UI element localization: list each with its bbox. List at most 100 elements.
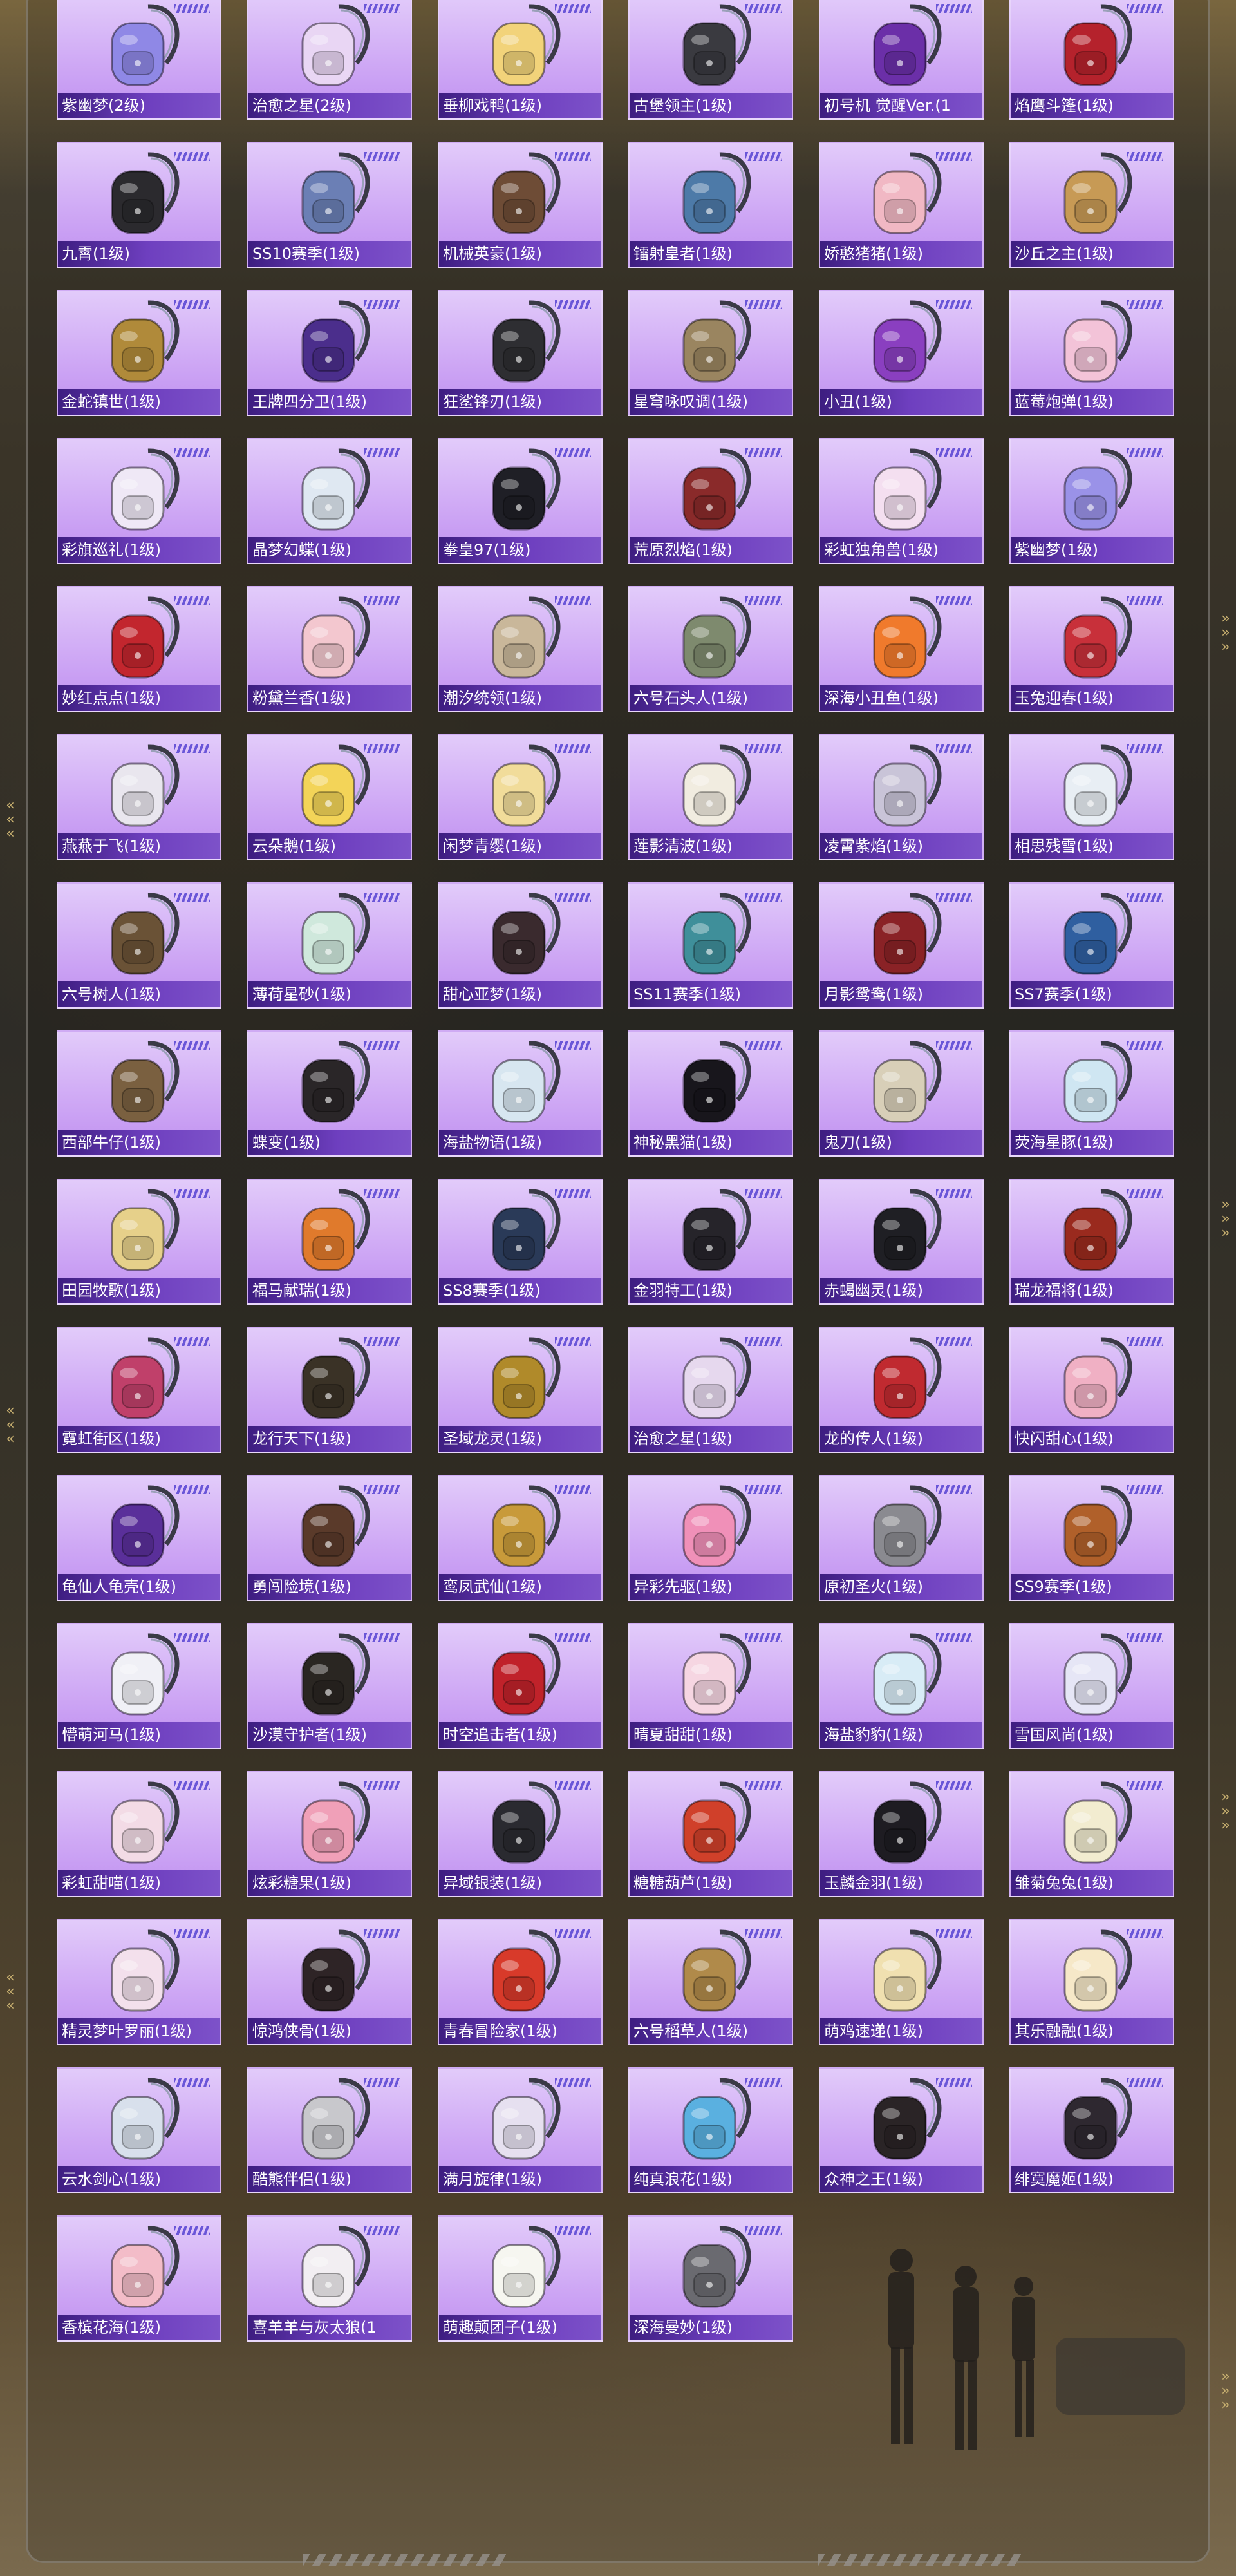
backpack-icon — [301, 2226, 370, 2308]
backpack-card[interactable]: 瑞龙福将(1级) — [1009, 1179, 1174, 1305]
backpack-card[interactable]: 凌霄紫焰(1级) — [819, 734, 984, 860]
backpack-card[interactable]: 神秘黑猫(1级) — [628, 1030, 793, 1157]
backpack-card[interactable]: 龙行天下(1级) — [247, 1327, 412, 1453]
backpack-card[interactable]: 田园牧歌(1级) — [57, 1179, 221, 1305]
backpack-card[interactable]: 闲梦青缨(1级) — [438, 734, 603, 860]
backpack-card[interactable]: 晴夏甜甜(1级) — [628, 1623, 793, 1749]
backpack-card[interactable]: 晶梦幻蝶(1级) — [247, 438, 412, 564]
backpack-card[interactable]: 福马献瑞(1级) — [247, 1179, 412, 1305]
backpack-card[interactable]: 薄荷星砂(1级) — [247, 882, 412, 1009]
backpack-card[interactable]: 六号稻草人(1级) — [628, 1919, 793, 2045]
backpack-card[interactable]: 深海曼妙(1级) — [628, 2215, 793, 2342]
backpack-card[interactable]: 雪国风尚(1级) — [1009, 1623, 1174, 1749]
backpack-card[interactable]: 九霄(1级) — [57, 142, 221, 268]
backpack-card[interactable]: 机械英豪(1级) — [438, 142, 603, 268]
backpack-card[interactable]: 莲影清波(1级) — [628, 734, 793, 860]
backpack-card[interactable]: 金蛇镇世(1级) — [57, 290, 221, 416]
backpack-card[interactable]: 圣域龙灵(1级) — [438, 1327, 603, 1453]
backpack-card[interactable]: 异域银装(1级) — [438, 1771, 603, 1897]
backpack-card[interactable]: 满月旋律(1级) — [438, 2067, 603, 2193]
backpack-card[interactable]: 燕燕于飞(1级) — [57, 734, 221, 860]
backpack-card[interactable]: 甜心亚梦(1级) — [438, 882, 603, 1009]
backpack-card[interactable]: 焰鹰斗篷(1级) — [1009, 0, 1174, 120]
backpack-card[interactable]: 玉兔迎春(1级) — [1009, 586, 1174, 712]
backpack-card[interactable]: SS11赛季(1级) — [628, 882, 793, 1009]
backpack-card[interactable]: 懵萌河马(1级) — [57, 1623, 221, 1749]
backpack-card[interactable]: 沙丘之主(1级) — [1009, 142, 1174, 268]
backpack-card[interactable]: 青春冒险家(1级) — [438, 1919, 603, 2045]
backpack-card[interactable]: 精灵梦叶罗丽(1级) — [57, 1919, 221, 2045]
backpack-card[interactable]: 彩虹甜喵(1级) — [57, 1771, 221, 1897]
backpack-card[interactable]: SS8赛季(1级) — [438, 1179, 603, 1305]
backpack-card[interactable]: 云朵鹅(1级) — [247, 734, 412, 860]
backpack-card[interactable]: 赤蝎幽灵(1级) — [819, 1179, 984, 1305]
backpack-card[interactable]: 古堡领主(1级) — [628, 0, 793, 120]
backpack-card[interactable]: 其乐融融(1级) — [1009, 1919, 1174, 2045]
backpack-card[interactable]: 紫幽梦(1级) — [1009, 438, 1174, 564]
backpack-icon — [111, 744, 180, 827]
backpack-card[interactable]: 鬼刀(1级) — [819, 1030, 984, 1157]
backpack-card[interactable]: 蝶变(1级) — [247, 1030, 412, 1157]
backpack-card[interactable]: 玉麟金羽(1级) — [819, 1771, 984, 1897]
backpack-card[interactable]: 小丑(1级) — [819, 290, 984, 416]
backpack-card[interactable]: 鸾凤武仙(1级) — [438, 1475, 603, 1601]
backpack-card[interactable]: 蓝莓炮弹(1级) — [1009, 290, 1174, 416]
backpack-card[interactable]: 快闪甜心(1级) — [1009, 1327, 1174, 1453]
backpack-card[interactable]: 星穹咏叹调(1级) — [628, 290, 793, 416]
backpack-icon — [873, 596, 942, 679]
backpack-card[interactable]: 月影鸳鸯(1级) — [819, 882, 984, 1009]
backpack-card[interactable]: 彩旗巡礼(1级) — [57, 438, 221, 564]
backpack-icon — [1063, 4, 1132, 86]
backpack-card[interactable]: 初号机 觉醒Ver.(1 — [819, 0, 984, 120]
backpack-card[interactable]: 荒原烈焰(1级) — [628, 438, 793, 564]
backpack-card[interactable]: 酷熊伴侣(1级) — [247, 2067, 412, 2193]
backpack-card[interactable]: 香槟花海(1级) — [57, 2215, 221, 2342]
backpack-card[interactable]: 镭射皇者(1级) — [628, 142, 793, 268]
backpack-card[interactable]: 雏菊兔兔(1级) — [1009, 1771, 1174, 1897]
backpack-card[interactable]: 粉黛兰香(1级) — [247, 586, 412, 712]
backpack-card[interactable]: 狂鲨锋刃(1级) — [438, 290, 603, 416]
backpack-card[interactable]: 萌趣颠团子(1级) — [438, 2215, 603, 2342]
backpack-card[interactable]: 勇闯险境(1级) — [247, 1475, 412, 1601]
backpack-card[interactable]: 六号石头人(1级) — [628, 586, 793, 712]
backpack-card[interactable]: 龟仙人龟壳(1级) — [57, 1475, 221, 1601]
backpack-icon — [873, 1189, 942, 1271]
backpack-card[interactable]: 原初圣火(1级) — [819, 1475, 984, 1601]
backpack-card[interactable]: 六号树人(1级) — [57, 882, 221, 1009]
backpack-card[interactable]: 金羽特工(1级) — [628, 1179, 793, 1305]
backpack-card[interactable]: 西部牛仔(1级) — [57, 1030, 221, 1157]
backpack-card[interactable]: SS9赛季(1级) — [1009, 1475, 1174, 1601]
backpack-card[interactable]: 沙漠守护者(1级) — [247, 1623, 412, 1749]
backpack-card[interactable]: 炫彩糖果(1级) — [247, 1771, 412, 1897]
backpack-card[interactable]: 萌鸡速递(1级) — [819, 1919, 984, 2045]
backpack-card[interactable]: 异彩先驱(1级) — [628, 1475, 793, 1601]
backpack-card[interactable]: 云水剑心(1级) — [57, 2067, 221, 2193]
backpack-card[interactable]: 海盐豹豹(1级) — [819, 1623, 984, 1749]
backpack-card[interactable]: 海盐物语(1级) — [438, 1030, 603, 1157]
backpack-card[interactable]: 时空追击者(1级) — [438, 1623, 603, 1749]
backpack-card[interactable]: 众神之王(1级) — [819, 2067, 984, 2193]
backpack-card[interactable]: 荧海星豚(1级) — [1009, 1030, 1174, 1157]
backpack-card[interactable]: 娇憨猪猪(1级) — [819, 142, 984, 268]
backpack-card[interactable]: 拳皇97(1级) — [438, 438, 603, 564]
backpack-card[interactable]: SS7赛季(1级) — [1009, 882, 1174, 1009]
backpack-card[interactable]: 霓虹街区(1级) — [57, 1327, 221, 1453]
backpack-name-label: 炫彩糖果(1级) — [252, 1874, 351, 1892]
backpack-card[interactable]: 深海小丑鱼(1级) — [819, 586, 984, 712]
backpack-card[interactable]: 相思残雪(1级) — [1009, 734, 1174, 860]
backpack-card[interactable]: 彩虹独角兽(1级) — [819, 438, 984, 564]
backpack-card[interactable]: 绯寞魔姬(1级) — [1009, 2067, 1174, 2193]
backpack-card[interactable]: 喜羊羊与灰太狼(1 — [247, 2215, 412, 2342]
backpack-card[interactable]: 妙红点点(1级) — [57, 586, 221, 712]
backpack-card[interactable]: 治愈之星(2级) — [247, 0, 412, 120]
backpack-card[interactable]: 糖糖葫芦(1级) — [628, 1771, 793, 1897]
backpack-card[interactable]: SS10赛季(1级) — [247, 142, 412, 268]
backpack-card[interactable]: 龙的传人(1级) — [819, 1327, 984, 1453]
backpack-card[interactable]: 紫幽梦(2级) — [57, 0, 221, 120]
backpack-card[interactable]: 惊鸿侠骨(1级) — [247, 1919, 412, 2045]
backpack-card[interactable]: 垂柳戏鸭(1级) — [438, 0, 603, 120]
backpack-card[interactable]: 治愈之星(1级) — [628, 1327, 793, 1453]
backpack-card[interactable]: 纯真浪花(1级) — [628, 2067, 793, 2193]
backpack-card[interactable]: 潮汐统领(1级) — [438, 586, 603, 712]
backpack-card[interactable]: 王牌四分卫(1级) — [247, 290, 412, 416]
